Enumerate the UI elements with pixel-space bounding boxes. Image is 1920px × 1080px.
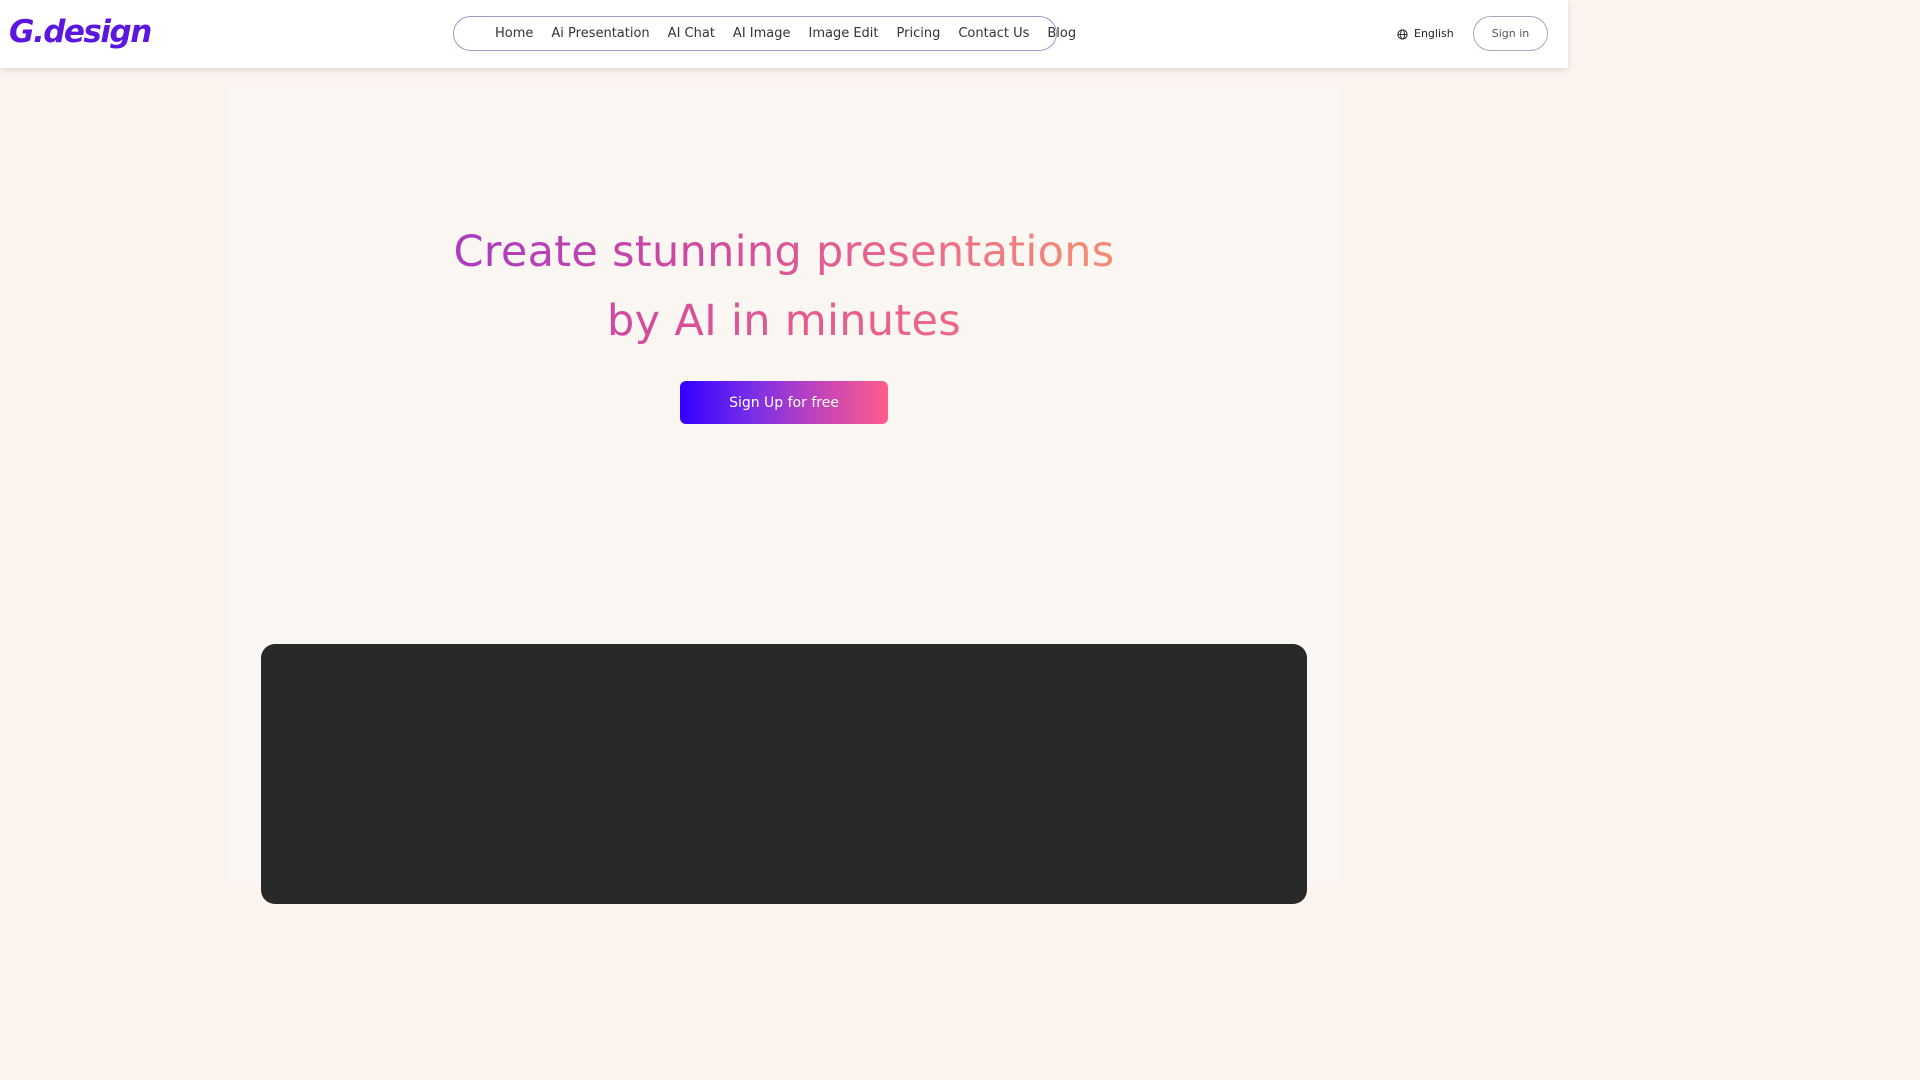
language-label: English [1414,27,1454,40]
nav-item-image-edit[interactable]: Image Edit [809,17,879,50]
sign-in-button[interactable]: Sign in [1473,16,1548,51]
nav-item-ai-image[interactable]: AI Image [733,17,791,50]
hero-title-line-1: Create stunning presentations [0,218,1568,287]
nav-item-ai-presentation[interactable]: Ai Presentation [551,17,649,50]
language-selector[interactable]: English [1397,26,1454,42]
hero-title: Create stunning presentations by AI in m… [0,218,1568,356]
nav-item-home[interactable]: Home [495,17,533,50]
nav-item-blog[interactable]: Blog [1047,17,1076,50]
top-header: G.design Home Ai Presentation AI Chat AI… [0,0,1568,68]
main-nav: Home Ai Presentation AI Chat AI Image Im… [453,16,1076,51]
nav-item-ai-chat[interactable]: AI Chat [668,17,715,50]
nav-item-contact-us[interactable]: Contact Us [958,17,1029,50]
hero-title-line-2: by AI in minutes [0,287,1568,356]
sign-up-button[interactable]: Sign Up for free [680,381,888,424]
logo[interactable]: G.design [9,12,152,52]
globe-icon [1397,28,1408,40]
nav-item-pricing[interactable]: Pricing [897,17,941,50]
demo-video-panel[interactable] [261,644,1307,904]
